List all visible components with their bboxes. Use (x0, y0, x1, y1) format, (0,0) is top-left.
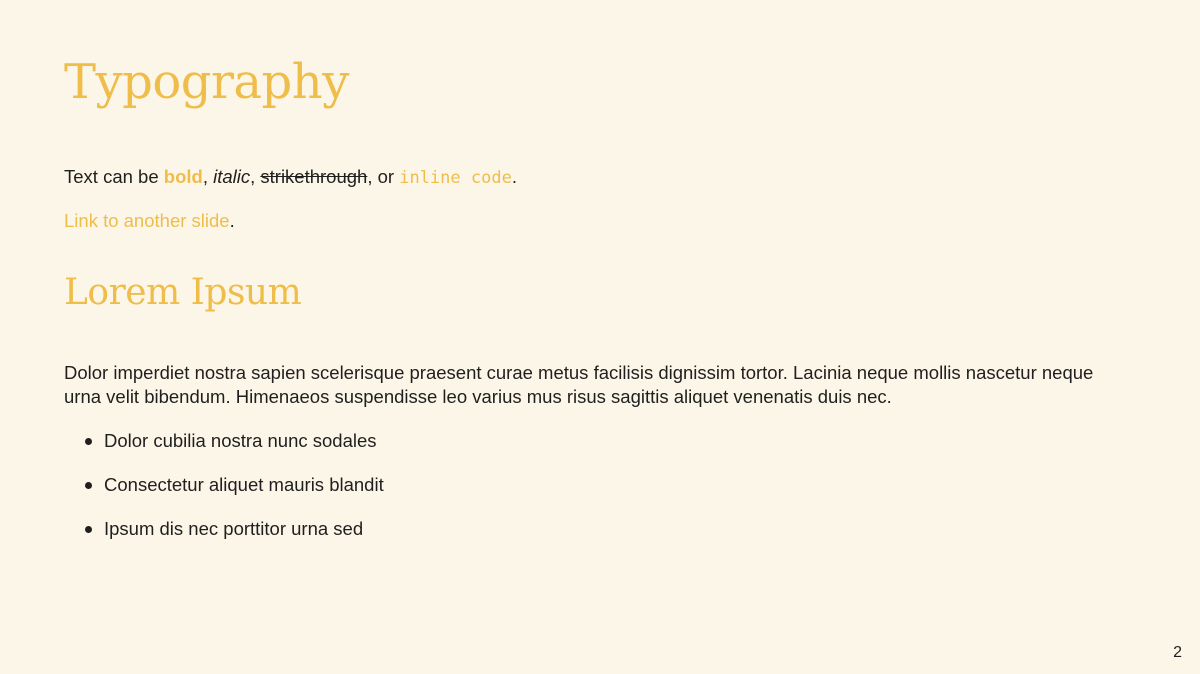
separator: , (202, 166, 214, 187)
slide-link[interactable]: Link to another slide (64, 210, 230, 231)
page-number: 2 (1173, 644, 1182, 661)
list-item-text: Dolor cubilia nostra nunc sodales (104, 430, 377, 451)
list-item: Consectetur aliquet mauris blandit (64, 473, 384, 497)
text-styles-line: Text can be bold, italic, strikethrough,… (64, 165, 517, 190)
list-item-text: Consectetur aliquet mauris blandit (104, 474, 384, 495)
list-item: Dolor cubilia nostra nunc sodales (64, 429, 384, 453)
bullet-icon (85, 438, 92, 445)
bullet-list: Dolor cubilia nostra nunc sodales Consec… (64, 429, 384, 561)
list-item: Ipsum dis nec porttitor urna sed (64, 517, 384, 541)
link-suffix: . (229, 210, 235, 231)
bold-text: bold (163, 166, 203, 187)
text-suffix: . (511, 166, 517, 187)
link-line: Link to another slide. (64, 209, 235, 233)
bullet-icon (85, 482, 92, 489)
bullet-icon (85, 526, 92, 533)
separator: , (250, 166, 261, 187)
italic-text: italic (213, 166, 251, 187)
text-prefix: Text can be (64, 166, 164, 187)
lorem-paragraph: Dolor imperdiet nostra sapien scelerisqu… (64, 362, 1094, 407)
section-title: Lorem Ipsum (64, 272, 302, 313)
slide-title: Typography (64, 54, 349, 110)
list-item-text: Ipsum dis nec porttitor urna sed (104, 518, 364, 539)
strikethrough-text: strikethrough (260, 166, 368, 187)
slide: Typography Text can be bold, italic, str… (64, 0, 1124, 674)
inline-code-text: inline code (399, 168, 512, 188)
separator: , or (367, 166, 400, 187)
